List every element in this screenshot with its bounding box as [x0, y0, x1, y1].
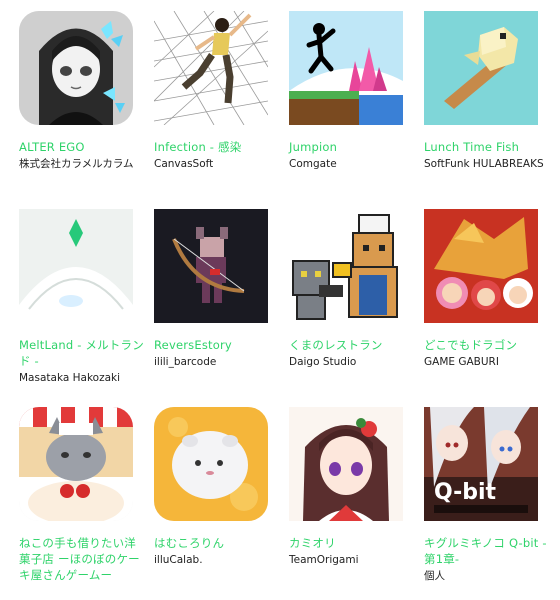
app-grid: ALTER EGO 株式会社カラメルカラム Infection - 感染 Can…: [0, 0, 560, 600]
app-title[interactable]: Jumpion: [289, 139, 417, 155]
app-developer: Daigo Studio: [289, 356, 357, 368]
app-developer: CanvasSoft: [154, 158, 214, 170]
meltland-icon[interactable]: [19, 209, 133, 323]
app-developer: Comgate: [289, 158, 337, 170]
app-title[interactable]: ALTER EGO: [19, 139, 147, 155]
app-title[interactable]: キグルミキノコ Q-bit -第1章-: [424, 535, 552, 567]
hamukororin-icon[interactable]: [154, 407, 268, 521]
app-title[interactable]: Infection - 感染: [154, 139, 282, 155]
neko-cake-shop-icon[interactable]: [19, 407, 133, 521]
app-title[interactable]: ReversEstory: [154, 337, 282, 353]
reversestory-icon[interactable]: [154, 209, 268, 323]
app-title[interactable]: はむころりん: [154, 535, 282, 551]
app-title[interactable]: カミオリ: [289, 535, 417, 551]
app-title[interactable]: Lunch Time Fish: [424, 139, 552, 155]
jumpion-icon[interactable]: [289, 11, 403, 125]
app-title[interactable]: どこでもドラゴン: [424, 337, 552, 353]
app-title[interactable]: ねこの手も借りたい洋菓子店 ーほのぼのケーキ屋さんゲームー: [19, 535, 147, 583]
app-title[interactable]: くまのレストラン: [289, 337, 417, 353]
dokodemo-dragon-icon[interactable]: [424, 209, 538, 323]
app-developer: TeamOrigami: [289, 554, 359, 566]
app-developer: 個人: [424, 570, 445, 582]
kamiori-icon[interactable]: [289, 407, 403, 521]
infection-icon[interactable]: [154, 11, 268, 125]
app-title[interactable]: MeltLand - メルトランド -: [19, 337, 147, 369]
app-developer: illuCalab.: [154, 554, 203, 566]
qbit-logo-text: Q-bit: [434, 480, 497, 505]
kuma-restaurant-icon[interactable]: [289, 209, 403, 323]
alter-ego-icon[interactable]: [19, 11, 133, 125]
app-developer: SoftFunk HULABREAKS: [424, 158, 544, 170]
lunch-time-fish-icon[interactable]: [424, 11, 538, 125]
app-developer: Masataka Hakozaki: [19, 372, 121, 384]
qbit-icon[interactable]: Q-bit: [424, 407, 538, 521]
app-developer: GAME GABURI: [424, 356, 499, 368]
app-developer: ilili_barcode: [154, 356, 217, 368]
app-developer: 株式会社カラメルカラム: [19, 158, 134, 170]
